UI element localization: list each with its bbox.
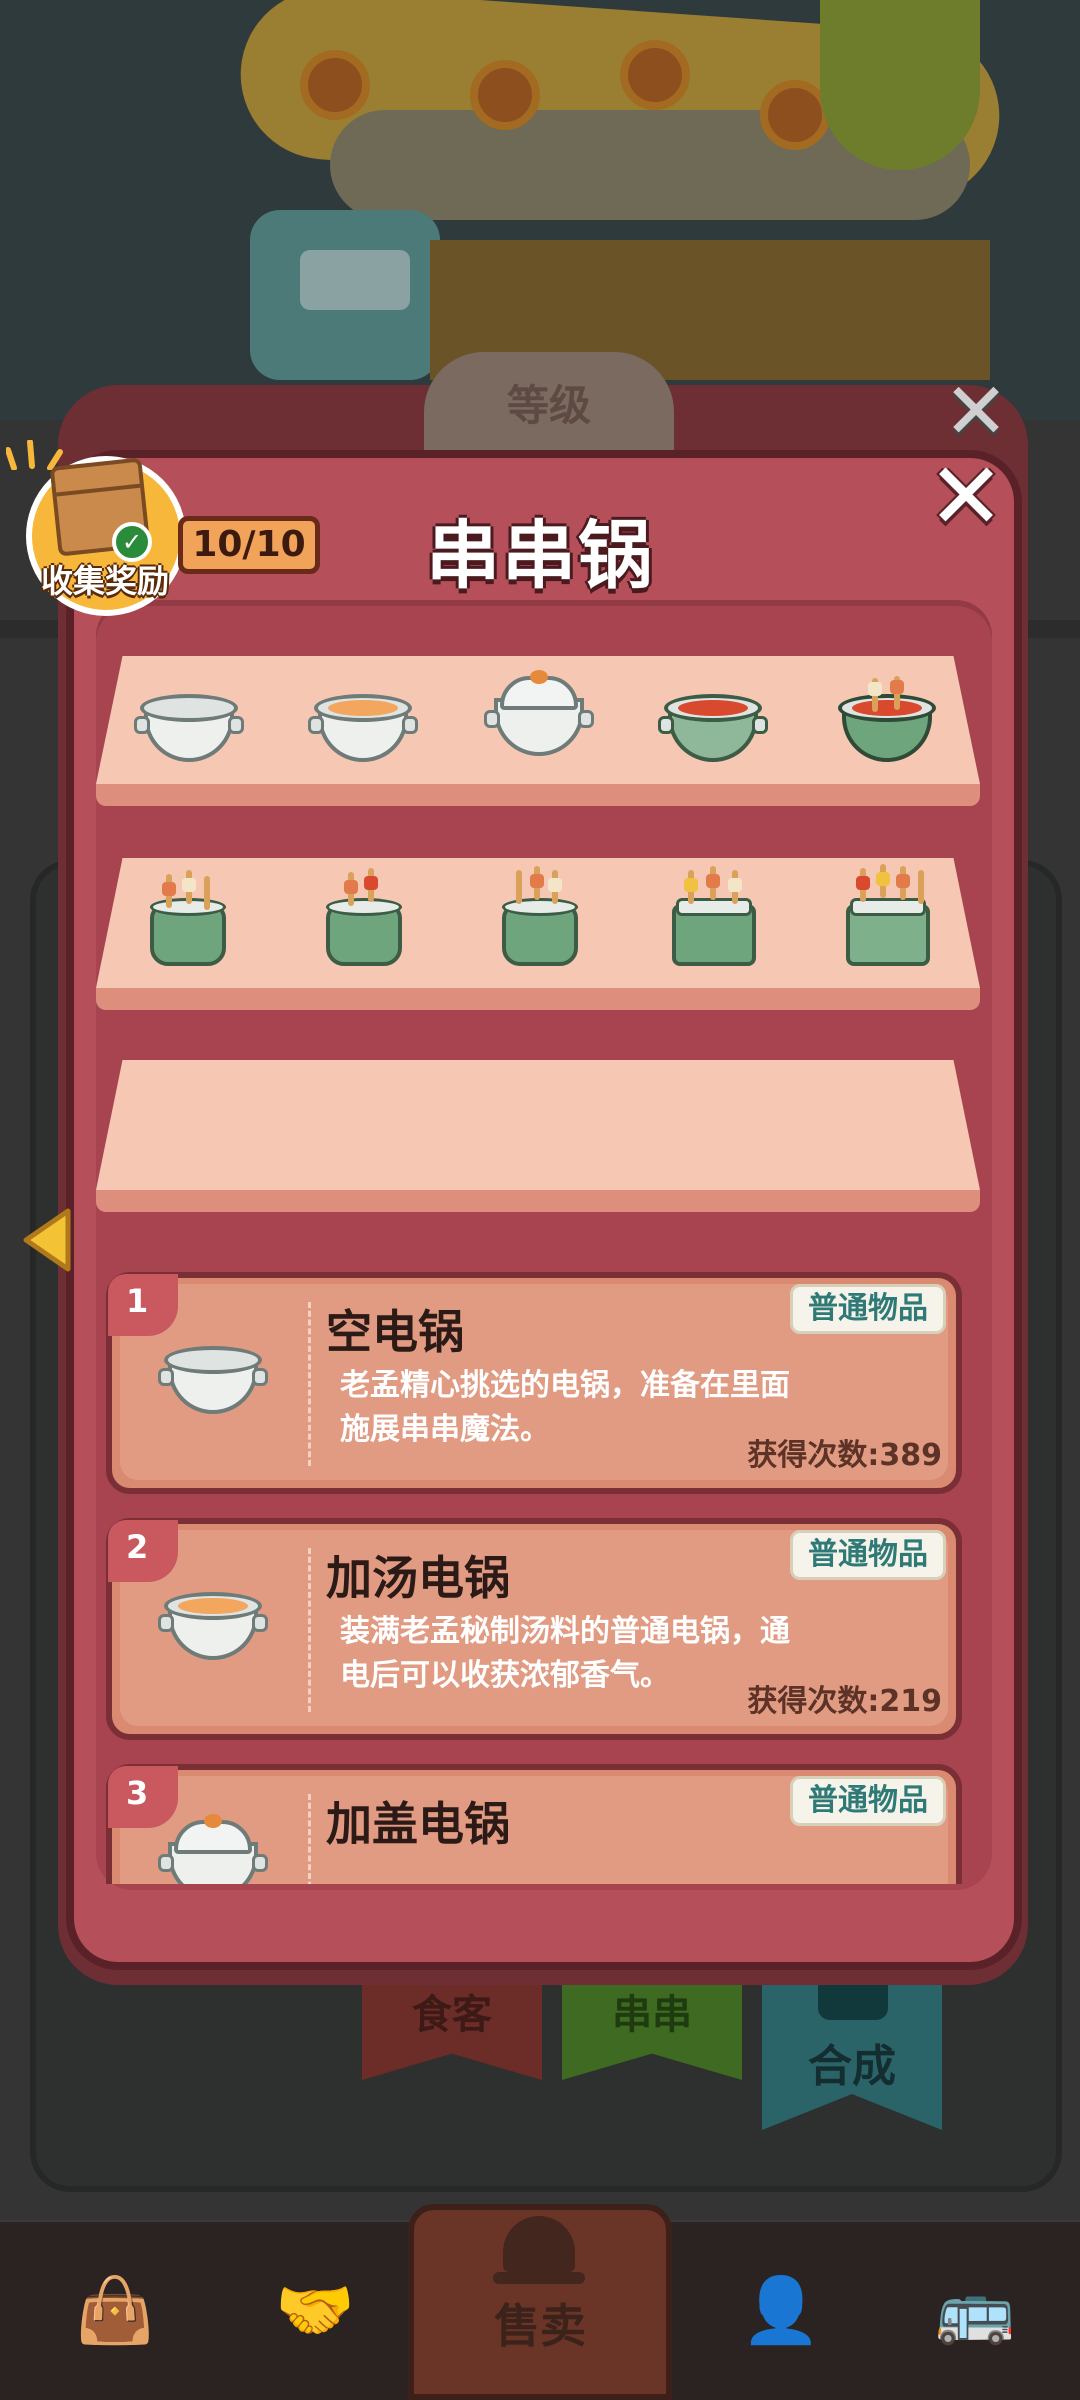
item-card[interactable]: 1 空电锅 普通物品 老孟精心挑选的电锅，准备在里面施展串串魔法。 获得次数:3… <box>106 1272 962 1494</box>
soup-pot-icon <box>158 1574 268 1674</box>
item-name: 加盖电锅 <box>326 1797 510 1851</box>
obtained-count: 获得次数:219 <box>747 1684 942 1719</box>
shelf-3 <box>96 1060 980 1214</box>
collect-reward-label: 收集奖励 <box>40 562 169 600</box>
modal-title: 串串锅 <box>426 513 654 599</box>
collection-progress: 10/10 <box>178 516 320 574</box>
nav-bus[interactable]: 🚌 <box>900 2240 1050 2380</box>
item-name: 空电锅 <box>326 1305 464 1359</box>
soup-pot-icon[interactable] <box>308 676 418 776</box>
skewer-steamer-icon[interactable] <box>832 864 942 974</box>
bag-icon: 👜 <box>75 2273 155 2348</box>
item-detail-list[interactable]: 1 空电锅 普通物品 老孟精心挑选的电锅，准备在里面施展串串魔法。 获得次数:3… <box>96 1262 992 1884</box>
skewer-cooker-icon[interactable] <box>132 870 242 974</box>
previous-page-arrow-icon[interactable] <box>18 1205 74 1275</box>
shelf-1 <box>96 656 980 806</box>
rarity-badge: 普通物品 <box>790 1284 946 1334</box>
item-name: 加汤电锅 <box>326 1551 510 1605</box>
item-number: 1 <box>126 1282 149 1320</box>
nav-profile[interactable]: 👤 <box>706 2240 856 2380</box>
item-number: 3 <box>126 1774 149 1812</box>
rarity-badge: 普通物品 <box>790 1776 946 1826</box>
nav-trade[interactable]: 🤝 <box>240 2240 390 2380</box>
person-icon: 👤 <box>741 2273 821 2348</box>
rarity-badge: 普通物品 <box>790 1530 946 1580</box>
empty-pot-icon[interactable] <box>134 676 244 776</box>
close-button[interactable]: ✕ <box>918 443 1014 550</box>
lidded-pot-icon[interactable] <box>484 670 594 770</box>
item-description: 老孟精心挑选的电锅，准备在里面施展串串魔法。 <box>340 1368 790 1447</box>
lidded-pot-icon <box>158 1814 268 1884</box>
obtained-count: 获得次数:389 <box>747 1438 942 1473</box>
nav-bag[interactable]: 👜 <box>40 2240 190 2380</box>
skewer-fryer-icon[interactable] <box>658 866 768 974</box>
bus-icon: 🚌 <box>935 2273 1015 2348</box>
close-icon: ✕ <box>927 442 1005 550</box>
empty-pot-icon <box>158 1328 268 1428</box>
item-card[interactable]: 2 加汤电锅 普通物品 装满老孟秘制汤料的普通电锅，通电后可以收获浓郁香气。 获… <box>106 1518 962 1740</box>
item-card[interactable]: 3 加盖电锅 普通物品 <box>106 1764 962 1884</box>
skewer-pot-icon[interactable] <box>832 676 942 776</box>
close-icon: ✕ <box>943 367 1009 457</box>
shelf-2 <box>96 858 980 1010</box>
item-number: 2 <box>126 1528 149 1566</box>
skewer-cooker-icon[interactable] <box>308 868 418 974</box>
skewer-cooker-icon[interactable] <box>484 866 594 974</box>
nav-sell-label: 售卖 <box>494 2299 586 2353</box>
hotpot-icon[interactable] <box>658 676 768 776</box>
item-description: 装满老孟秘制汤料的普通电锅，通电后可以收获浓郁香气。 <box>340 1614 790 1693</box>
handshake-icon: 🤝 <box>275 2273 355 2348</box>
